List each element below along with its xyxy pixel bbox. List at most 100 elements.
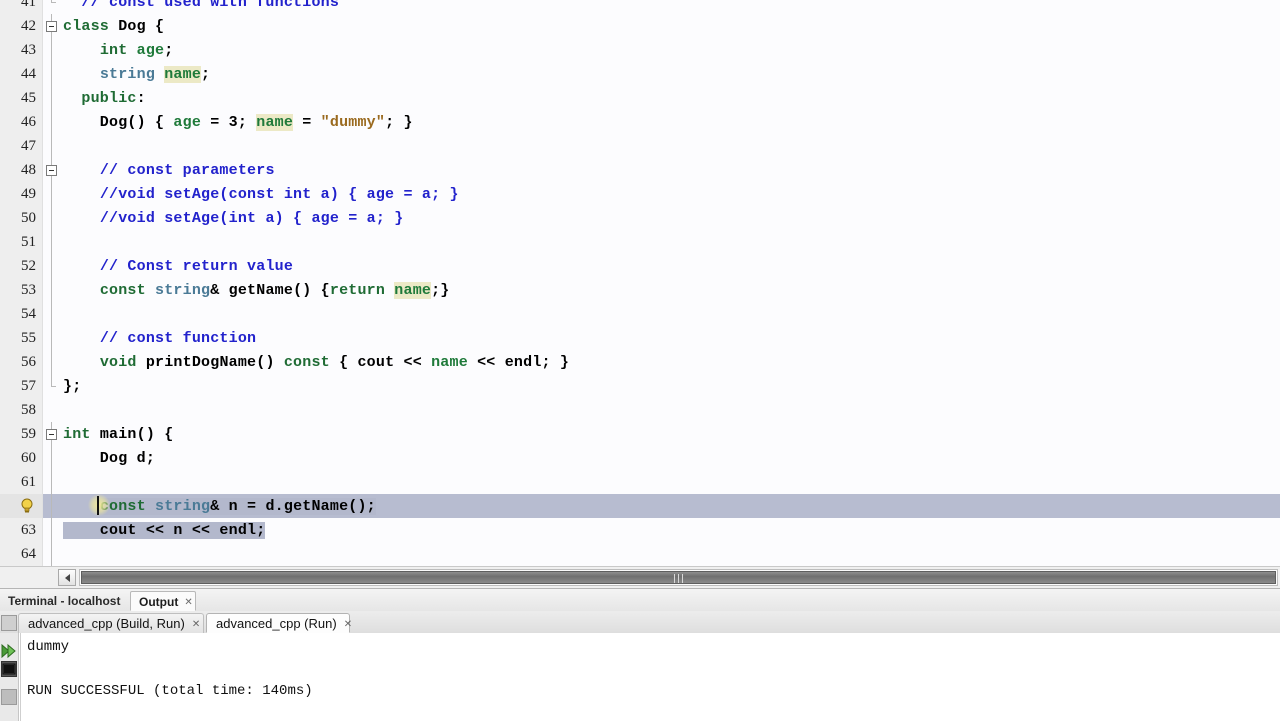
code-line[interactable]: 46 Dog() { age = 3; name = "dummy"; } — [0, 110, 1280, 134]
fold-marker[interactable] — [42, 14, 61, 38]
code-text[interactable] — [61, 302, 1280, 326]
code-line[interactable]: 45 public: — [0, 86, 1280, 110]
code-text[interactable]: //void setAge(int a) { age = a; } — [61, 206, 1280, 230]
code-token: : — [136, 89, 146, 107]
code-text[interactable] — [61, 134, 1280, 158]
scroll-left-arrow-icon[interactable] — [58, 569, 76, 586]
fold-marker — [42, 278, 61, 302]
rerun-icon[interactable] — [1, 643, 17, 659]
source-editor[interactable]: 41 // const used with functions 42 class D… — [0, 0, 1280, 566]
output-subtab[interactable]: advanced_cpp (Run) ✕ — [206, 613, 352, 633]
code-text[interactable]: const string& getName() {return name;} — [61, 278, 1280, 302]
code-token: age — [173, 113, 202, 131]
code-text[interactable]: class Dog { — [61, 14, 1280, 38]
code-text[interactable]: string name; — [61, 62, 1280, 86]
code-text[interactable]: // const parameters — [61, 158, 1280, 182]
code-line[interactable]: 58 — [0, 398, 1280, 422]
code-text[interactable]: // const function — [61, 326, 1280, 350]
fold-collapse-icon[interactable] — [46, 21, 57, 32]
code-text[interactable]: int main() { — [61, 422, 1280, 446]
fold-marker — [42, 230, 61, 254]
code-token: Dog d; — [63, 449, 156, 467]
code-line[interactable]: 57}; — [0, 374, 1280, 398]
code-token: ; — [164, 41, 174, 59]
code-line[interactable]: 59 int main() { — [0, 422, 1280, 446]
scrollbar-thumb[interactable] — [81, 571, 1276, 584]
dock-tab[interactable]: Terminal - localhost — [0, 591, 128, 611]
fold-collapse-icon[interactable] — [46, 429, 57, 440]
code-line[interactable]: 55 // const function — [0, 326, 1280, 350]
code-token: // const function — [99, 329, 257, 347]
dock-tab[interactable]: Output ✕ — [130, 591, 196, 611]
code-token: printDogName() — [145, 353, 284, 371]
fold-marker[interactable] — [42, 422, 61, 446]
code-text[interactable]: // const used with functions — [61, 0, 1280, 14]
stop-icon[interactable] — [1, 615, 17, 631]
line-number: 41 — [0, 0, 43, 14]
code-text[interactable] — [61, 542, 1280, 566]
fold-marker — [42, 518, 61, 542]
line-number: 46 — [0, 110, 43, 134]
line-number: 64 — [0, 542, 43, 566]
code-line[interactable]: 63 cout << n << endl; — [0, 518, 1280, 542]
code-token: & getName() { — [210, 281, 330, 299]
fold-marker — [42, 374, 61, 398]
terminal-icon[interactable] — [1, 661, 17, 677]
code-text[interactable]: Dog d; — [61, 446, 1280, 470]
lightbulb-hint-icon[interactable] — [20, 498, 34, 514]
close-icon[interactable]: ✕ — [192, 619, 200, 630]
code-line[interactable]: 43 int age; — [0, 38, 1280, 62]
line-number: 59 — [0, 422, 43, 446]
line-number: 51 — [0, 230, 43, 254]
code-text[interactable]: //void setAge(const int a) { age = a; } — [61, 182, 1280, 206]
fold-marker — [42, 470, 61, 494]
code-line[interactable]: const string& n = d.getName(); — [0, 494, 1280, 518]
text-caret — [97, 496, 99, 515]
code-text[interactable] — [61, 470, 1280, 494]
code-line[interactable]: 56 void printDogName() const { cout << n… — [0, 350, 1280, 374]
code-text[interactable]: // Const return value — [61, 254, 1280, 278]
code-text[interactable]: const string& n = d.getName(); — [61, 494, 1280, 518]
fold-collapse-icon[interactable] — [46, 165, 57, 176]
code-text[interactable] — [61, 230, 1280, 254]
code-text[interactable] — [61, 398, 1280, 422]
code-line[interactable]: 64 — [0, 542, 1280, 566]
code-text[interactable]: Dog() { age = 3; name = "dummy"; } — [61, 110, 1280, 134]
code-line[interactable]: 54 — [0, 302, 1280, 326]
code-text[interactable]: }; — [61, 374, 1280, 398]
code-line[interactable]: 51 — [0, 230, 1280, 254]
line-number: 56 — [0, 350, 43, 374]
horizontal-scrollbar[interactable] — [0, 566, 1280, 589]
line-number: 60 — [0, 446, 43, 470]
fold-marker[interactable] — [42, 158, 61, 182]
fold-marker — [42, 398, 61, 422]
fold-marker — [42, 38, 61, 62]
output-subtab[interactable]: advanced_cpp (Build, Run) ✕ — [18, 613, 204, 633]
code-line[interactable]: 48 // const parameters — [0, 158, 1280, 182]
code-text[interactable]: int age; — [61, 38, 1280, 62]
clear-icon[interactable] — [1, 689, 17, 705]
code-line[interactable]: 50 //void setAge(int a) { age = a; } — [0, 206, 1280, 230]
code-text[interactable]: cout << n << endl; — [61, 518, 1280, 542]
code-text[interactable]: void printDogName() const { cout << name… — [61, 350, 1280, 374]
line-number: 55 — [0, 326, 43, 350]
code-line[interactable]: 60 Dog d; — [0, 446, 1280, 470]
code-line[interactable]: 42 class Dog { — [0, 14, 1280, 38]
fold-marker — [42, 326, 61, 350]
code-line[interactable]: 47 — [0, 134, 1280, 158]
scrollbar-track[interactable] — [79, 569, 1278, 586]
code-line[interactable]: 44 string name; — [0, 62, 1280, 86]
code-line[interactable]: 53 const string& getName() {return name;… — [0, 278, 1280, 302]
code-text[interactable]: public: — [61, 86, 1280, 110]
close-icon[interactable]: ✕ — [184, 597, 192, 608]
code-line[interactable]: 49 //void setAge(const int a) { age = a;… — [0, 182, 1280, 206]
close-icon[interactable]: ✕ — [344, 619, 352, 630]
code-line[interactable]: 41 // const used with functions — [0, 0, 1280, 14]
code-line[interactable]: 61 — [0, 470, 1280, 494]
code-line[interactable]: 52 // Const return value — [0, 254, 1280, 278]
